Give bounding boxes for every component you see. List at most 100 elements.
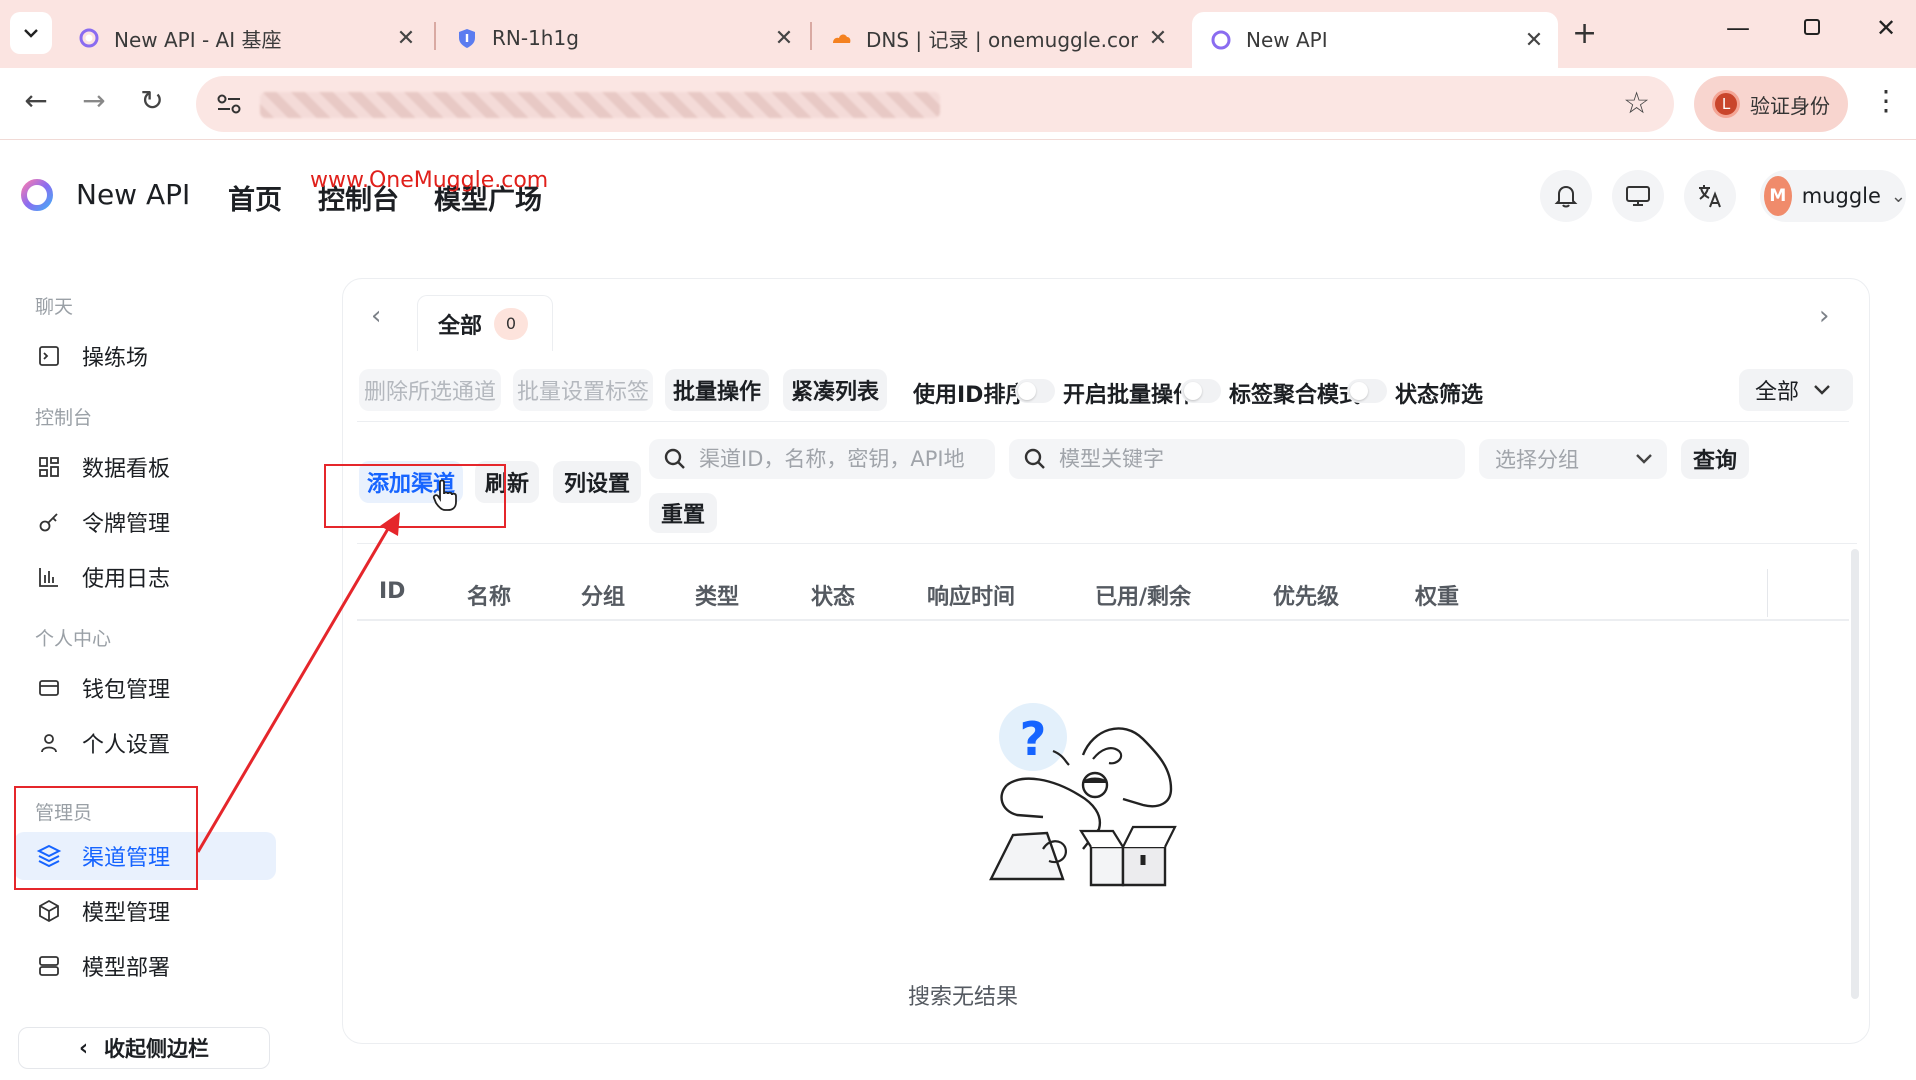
column-header[interactable]: ID [379,579,405,604]
back-icon[interactable]: ← [16,84,56,117]
sidebar-item-playground[interactable]: 操练场 [14,332,276,380]
tab-title: RN-1h1g [492,26,579,50]
sidebar-item-label: 模型部署 [82,956,171,981]
collapse-sidebar-button[interactable]: ‹ 收起侧边栏 [18,1027,270,1069]
newapi-favicon-icon [79,28,99,48]
verify-identity-button[interactable]: L 验证身份 [1694,76,1848,132]
sidebar-item-tokens[interactable]: 令牌管理 [14,498,276,546]
sidebar-item-label: 使用日志 [82,567,171,592]
group-select[interactable]: 选择分组 [1479,439,1667,479]
language-button[interactable] [1684,170,1736,222]
batch-tag-button[interactable]: 批量设置标签 [513,369,653,411]
sidebar-section-personal: 个人中心 [35,628,112,650]
browser-tab-2[interactable]: RN-1h1g ✕ [456,12,796,64]
sidebar-item-label: 数据看板 [82,457,171,482]
tab-title: New API [1246,28,1328,52]
site-settings-icon[interactable] [214,90,244,118]
tag-aggregate-label: 标签聚合模式 [1229,383,1362,408]
column-divider [1767,569,1768,617]
batch-ops-button[interactable]: 批量操作 [665,369,769,411]
user-menu[interactable]: M muggle ⌄ [1760,170,1906,222]
chevron-left-icon[interactable]: ‹ [371,301,381,331]
channel-search-input-wrap [649,439,995,479]
address-bar[interactable]: ☆ [196,76,1674,132]
server-icon [36,953,62,979]
tab-close-icon[interactable]: ✕ [394,26,418,51]
newapi-logo-icon[interactable] [20,178,54,212]
query-button[interactable]: 查询 [1681,439,1749,479]
compact-list-button[interactable]: 紧凑列表 [783,369,887,411]
search-icon [664,448,685,469]
group-select-placeholder: 选择分组 [1495,448,1579,472]
app-name[interactable]: New API [76,178,190,211]
sidebar-item-wallet[interactable]: 钱包管理 [14,664,276,712]
browser-tab-active[interactable]: New API ✕ [1192,12,1558,68]
notification-button[interactable] [1540,170,1592,222]
new-tab-button[interactable]: + [1572,16,1597,51]
user-icon [36,730,62,756]
maximize-icon[interactable] [1792,14,1832,42]
tab-close-icon[interactable]: ✕ [772,26,796,51]
bookmark-star-icon[interactable]: ☆ [1623,86,1650,121]
sidebar-item-logs[interactable]: 使用日志 [14,553,276,601]
sidebar-item-dashboard[interactable]: 数据看板 [14,443,276,491]
status-filter-select[interactable]: 全部 [1739,369,1853,411]
column-header[interactable]: 响应时间 [927,579,1015,611]
sidebar-item-label: 操练场 [82,346,149,371]
filter-divider [357,543,1857,544]
tab-all[interactable]: 全部 0 [417,295,553,351]
channel-search-input[interactable] [699,447,965,471]
column-header[interactable]: 权重 [1415,579,1459,611]
column-settings-button[interactable]: 列设置 [553,461,641,503]
sidebar-section-console: 控制台 [35,407,93,429]
theme-button[interactable] [1612,170,1664,222]
column-header[interactable]: 优先级 [1273,579,1339,611]
column-header[interactable]: 类型 [695,579,739,611]
chart-icon [36,564,62,590]
column-header[interactable]: 状态 [811,579,855,611]
tabs-row: ‹ 全部 0 › [343,279,1869,351]
key-icon [36,509,62,535]
tab-close-icon[interactable]: ✕ [1146,26,1170,51]
sidebar-item-models[interactable]: 模型管理 [14,887,276,935]
forward-icon[interactable]: → [74,84,114,117]
column-header[interactable]: 分组 [581,579,625,611]
status-filter-value: 全部 [1755,380,1800,405]
sort-by-id-toggle[interactable] [1015,379,1055,403]
translate-icon [1699,185,1721,208]
sidebar-item-label: 个人设置 [82,733,171,758]
chevron-right-icon[interactable]: › [1819,301,1829,331]
annotation-box-admin [14,786,198,890]
playground-icon [36,343,62,369]
verify-label: 验证身份 [1750,93,1830,118]
sidebar-item-deploy[interactable]: 模型部署 [14,942,276,990]
browser-tab-3[interactable]: DNS | 记录 | onemuggle.com ✕ [830,12,1170,64]
table-scrollbar[interactable] [1851,549,1859,999]
column-header[interactable]: 名称 [467,579,511,611]
model-search-input-wrap [1009,439,1465,479]
tag-aggregate-toggle[interactable] [1347,379,1387,403]
tab-close-icon[interactable]: ✕ [1522,28,1546,53]
tab-separator [434,22,436,50]
delete-selected-button[interactable]: 删除所选通道 [359,369,501,411]
empty-state-illustration: ? [989,703,1177,887]
minimize-icon[interactable]: — [1718,14,1758,42]
browser-tab-1[interactable]: New API - AI 基座 ✕ [78,12,418,64]
sidebar-item-profile[interactable]: 个人设置 [14,719,276,767]
nav-home[interactable]: 首页 [228,178,282,217]
wallet-icon [36,675,62,701]
browser-menu-icon[interactable]: ⋮ [1872,84,1900,117]
sort-by-id-label: 使用ID排序 [913,383,1028,408]
tab-search-dropdown[interactable] [10,12,52,54]
close-window-icon[interactable]: ✕ [1866,14,1906,42]
profile-avatar: L [1712,90,1740,118]
reset-button[interactable]: 重置 [649,493,717,533]
tab-separator [810,22,812,50]
reload-icon[interactable]: ↻ [132,84,172,117]
model-search-input[interactable] [1059,447,1413,471]
enable-batch-label: 开启批量操作 [1063,383,1196,408]
box-icon [36,898,62,924]
enable-batch-toggle[interactable] [1181,379,1221,403]
column-header[interactable]: 已用/剩余 [1095,579,1191,611]
sidebar-item-label: 令牌管理 [82,512,171,537]
